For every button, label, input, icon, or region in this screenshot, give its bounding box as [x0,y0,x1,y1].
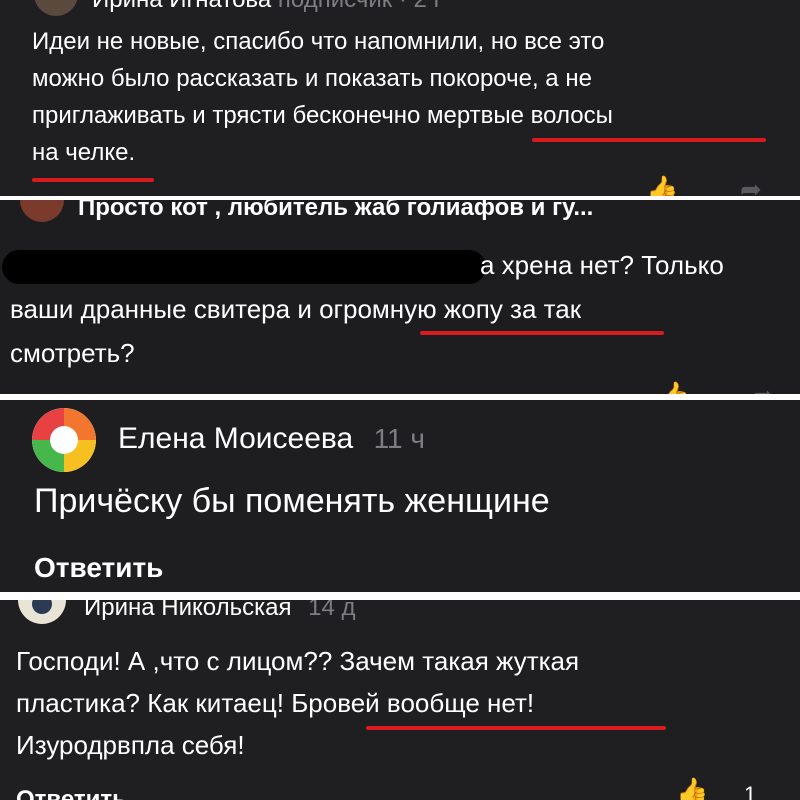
comment-text-line: приглаживать и трясти бесконечно мертвые… [32,102,613,129]
avatar[interactable] [34,0,78,16]
comment-text-line: Изуродрвпла себя! [16,730,245,760]
red-underline [366,726,666,730]
red-underline [32,178,154,182]
comment-text-line: а хрена нет? Только [480,250,724,280]
thumbs-up-icon[interactable]: 👍 [676,778,708,800]
comment-text: Причёску бы поменять женщине [34,482,550,520]
avatar[interactable] [20,200,64,222]
share-icon[interactable]: ➦ [740,176,762,196]
comment-time: 11 ч [373,423,425,454]
share-icon[interactable]: ➦ [752,382,774,394]
avatar-logo-svg [32,408,96,472]
comment-text-line: на челке. [32,139,136,166]
comment-card-4: Ирина Никольская 14 д Господи! А ,что с … [0,600,800,800]
comment-time: подписчик · 2 г [278,0,442,13]
thumbs-up-icon[interactable]: 👍 [646,176,678,196]
avatar-colorful-logo-icon[interactable] [32,408,96,472]
comment-author[interactable]: Ирина Игнатова подписчик · 2 г [92,0,442,14]
red-underline [420,331,664,335]
comment-author[interactable]: Елена Моисеева 11 ч [118,422,425,456]
comment-text-line: Идеи не новые, спасибо что напомнили, но… [32,28,605,55]
comment-text-line: ваши дранные свитера и огромную жопу за … [10,294,582,324]
comment-author[interactable]: Ирина Никольская 14 д [84,600,356,622]
comment-card-1: Ирина Игнатова подписчик · 2 г Идеи не н… [0,0,800,196]
comment-text-line: можно было рассказать и показать покороч… [32,65,592,92]
comment-card-3: Елена Моисеева 11 ч Причёску бы поменять… [0,400,800,592]
red-underline [532,138,766,142]
avatar[interactable] [18,600,66,624]
comment-text-line: смотреть? [10,338,135,368]
comment-author[interactable]: Просто кот , любитель жаб голиафов и гу.… [78,200,593,222]
comment-time: 14 д [308,600,356,621]
reply-button[interactable]: Ответить [16,786,127,800]
comment-text-line: Господи! А ,что с лицом?? Зачем такая жу… [16,646,580,676]
comment-text-line: пластика? Как китаец! Бровей вообще нет! [16,688,535,718]
redacted-text-block [2,250,486,284]
thumbs-up-icon[interactable]: 👍 [658,382,690,394]
like-count: 1 [744,782,757,800]
avatar-figure [32,600,52,614]
reply-button[interactable]: Ответить [34,552,163,584]
comment-card-2: Просто кот , любитель жаб голиафов и гу.… [0,200,800,394]
